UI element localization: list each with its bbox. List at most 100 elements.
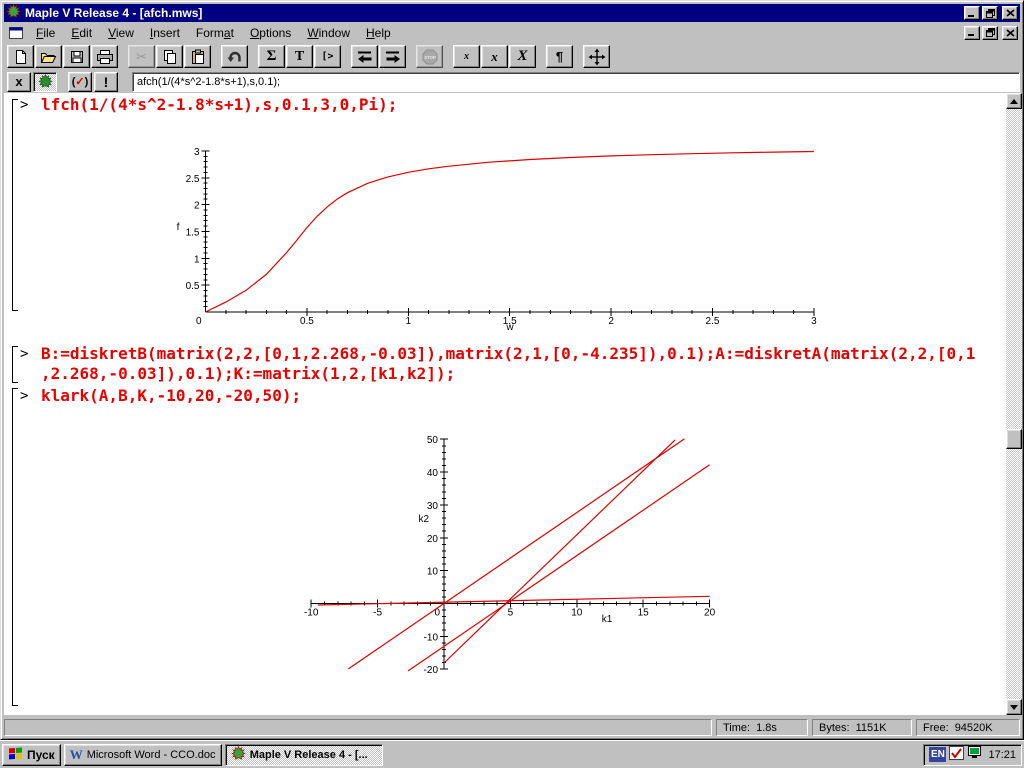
y-tick-label: 1 xyxy=(194,254,200,265)
tray-check-icon[interactable] xyxy=(949,746,965,763)
new-icon xyxy=(13,49,29,65)
y-tick-label: 3 xyxy=(194,147,200,158)
interrupt-icon: ! xyxy=(103,73,109,90)
x-small-button[interactable]: x xyxy=(453,45,480,68)
task-button-maple[interactable]: Maple V Release 4 - [... xyxy=(224,743,383,766)
x-tick-label: -10 xyxy=(304,608,319,619)
menu-item-format[interactable]: Format xyxy=(188,24,242,42)
child-close-button[interactable] xyxy=(1002,25,1018,40)
expand-button[interactable] xyxy=(583,45,610,68)
stop-icon: STOP xyxy=(421,48,439,66)
context-buttons: x (✓)! xyxy=(7,71,118,92)
minimize-button[interactable] xyxy=(964,6,980,20)
start-button[interactable]: Пуск xyxy=(2,743,61,766)
menu-item-options[interactable]: Options xyxy=(242,24,299,42)
y-tick-label: 40 xyxy=(427,468,439,479)
menu-bar: File Edit View Insert Format Options Window Hel… xyxy=(4,23,1020,42)
check-syntax-icon: (✓) xyxy=(71,76,89,88)
check-syntax-button[interactable]: (✓) xyxy=(68,71,92,92)
y-tick-label: 1.5 xyxy=(186,227,200,238)
y-tick-label: 50 xyxy=(427,435,439,446)
maple-code-line[interactable]: B:=diskretB(matrix(2,2,[0,1,2.268,-0.03]… xyxy=(41,344,975,363)
group-bracket xyxy=(12,388,18,706)
clock[interactable]: 17:21 xyxy=(988,749,1016,761)
bytes-value: 1151K xyxy=(855,721,887,734)
x-large-button[interactable]: X xyxy=(509,45,536,68)
print-button[interactable] xyxy=(91,45,118,68)
maple-leaf-button[interactable] xyxy=(33,71,57,92)
vertical-scrollbar[interactable] xyxy=(1006,93,1022,715)
status-bar: Time: 1.8s Bytes: 1151K Free: 94520K xyxy=(4,716,1020,738)
menu-item-window[interactable]: Window xyxy=(299,24,358,42)
x-small-icon: x xyxy=(464,51,469,62)
arrow-down-icon xyxy=(1010,704,1018,710)
text-mode-button[interactable]: T xyxy=(286,45,313,68)
child-minimize-button[interactable] xyxy=(964,25,980,40)
scroll-up-button[interactable] xyxy=(1006,93,1022,109)
scrollbar-thumb[interactable] xyxy=(1006,429,1022,449)
x-tick-label: 5 xyxy=(508,608,514,619)
paragraph-icon: ¶ xyxy=(555,49,564,64)
word-icon: W xyxy=(69,746,83,762)
klark-plot[interactable]: -10 -5 5 10 15 20 -20 -10 10 20 30 40 50 0 k1 k2 xyxy=(287,424,737,707)
menu-item-edit[interactable]: Edit xyxy=(63,24,100,42)
menu-item-view[interactable]: View xyxy=(100,24,142,42)
maple-input-button[interactable]: [> xyxy=(314,45,341,68)
undo-button[interactable] xyxy=(221,45,248,68)
indent-button[interactable] xyxy=(379,45,406,68)
math-x-button[interactable]: x xyxy=(7,71,31,92)
outdent-icon xyxy=(356,49,374,64)
menu-item-file[interactable]: File xyxy=(28,24,63,42)
x-medium-button[interactable]: x xyxy=(481,45,508,68)
paragraph-button[interactable]: ¶ xyxy=(546,45,573,68)
copy-icon xyxy=(162,49,178,65)
maple-input-icon: [> xyxy=(321,51,334,62)
group-bracket xyxy=(12,346,18,383)
outdent-button[interactable] xyxy=(351,45,378,68)
new-button[interactable] xyxy=(7,45,34,68)
x-large-icon: X xyxy=(517,48,528,64)
paste-icon xyxy=(190,49,206,65)
y-tick-label: 30 xyxy=(427,501,439,512)
menu-item-help[interactable]: Help xyxy=(358,24,399,42)
scroll-down-button[interactable] xyxy=(1006,699,1022,715)
bytes-label: Bytes: xyxy=(819,721,850,734)
maple-code-line[interactable]: klark(A,B,K,-10,20,-20,50); xyxy=(41,386,301,405)
cut-button[interactable]: ✂ xyxy=(128,45,155,68)
cut-icon: ✂ xyxy=(136,48,147,64)
stop-button[interactable]: STOP xyxy=(416,45,443,68)
task-button-word[interactable]: W Microsoft Word - CCO.doc xyxy=(63,743,222,766)
document-icon[interactable] xyxy=(8,26,24,40)
worksheet[interactable]: > lfch(1/(4*s^2-1.8*s+1),s,0.1,3,0,Pi); … xyxy=(4,93,1006,715)
copy-button[interactable] xyxy=(156,45,183,68)
taskbar: Пуск W Microsoft Word - CCO.doc Maple V … xyxy=(0,740,1024,768)
menu-item-insert[interactable]: Insert xyxy=(142,24,188,42)
maple-code-line[interactable]: ,2.268,-0.03]),0.1);K:=matrix(1,2,[k1,k2… xyxy=(41,364,455,383)
input-prompt: > xyxy=(20,97,29,113)
print-icon xyxy=(96,49,114,65)
y-tick-label: 2.5 xyxy=(186,174,200,185)
maple-app-icon[interactable] xyxy=(6,3,21,22)
sum-button[interactable]: Σ xyxy=(258,45,285,68)
restore-button[interactable] xyxy=(982,6,998,20)
maple-code-line[interactable]: lfch(1/(4*s^2-1.8*s+1),s,0.1,3,0,Pi); xyxy=(41,95,397,114)
command-input[interactable] xyxy=(132,71,1020,92)
maple-leaf-icon xyxy=(37,74,53,89)
close-button[interactable] xyxy=(1002,6,1018,20)
windows-logo-icon xyxy=(8,746,23,763)
x-axis-label: w xyxy=(505,322,514,333)
interrupt-button[interactable]: ! xyxy=(94,71,118,92)
lfch-curve xyxy=(205,150,814,313)
line-origin xyxy=(348,438,685,670)
line-lower xyxy=(407,464,710,672)
language-indicator[interactable]: EN xyxy=(929,747,947,762)
frequency-response-plot[interactable]: 0.5 1 1.5 2 2.5 3 0.5 1 1.5 2 2.5 3 0 w f xyxy=(162,139,862,352)
open-button[interactable] xyxy=(35,45,62,68)
child-restore-button[interactable] xyxy=(982,25,998,40)
x-tick-label: 20 xyxy=(704,608,716,619)
maple-window: Maple V Release 4 - [afch.mws] File Edit V… xyxy=(0,0,1024,740)
save-button[interactable] xyxy=(63,45,90,68)
paste-button[interactable] xyxy=(184,45,211,68)
tray-monitor-icon[interactable] xyxy=(967,746,982,763)
free-value: 94520K xyxy=(954,721,993,734)
